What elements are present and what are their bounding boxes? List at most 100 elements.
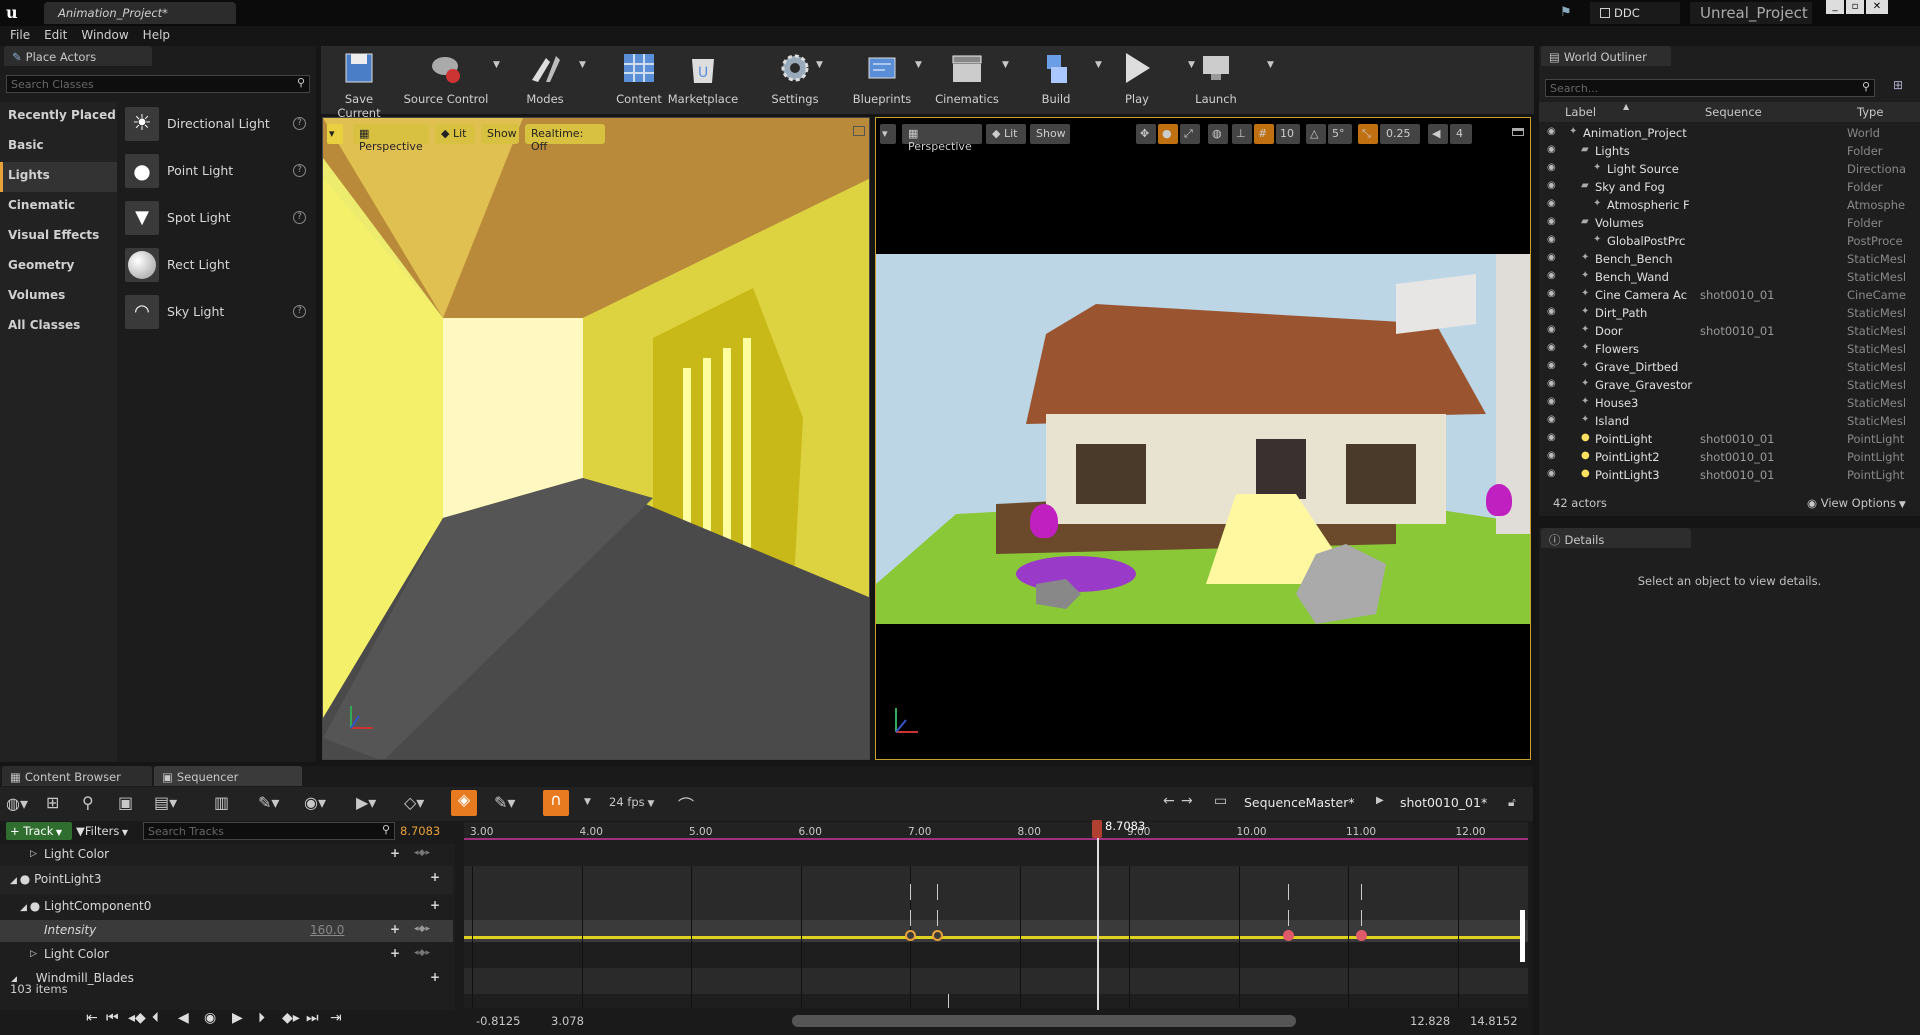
help-icon[interactable]: ?: [293, 117, 306, 130]
maximize-viewport-icon[interactable]: [853, 126, 865, 136]
playhead-handle[interactable]: [1092, 820, 1103, 838]
range-end[interactable]: 14.8152: [1470, 1014, 1518, 1028]
minimize-button[interactable]: _: [1826, 0, 1844, 14]
help-icon[interactable]: ?: [293, 164, 306, 177]
track-windmill-blades[interactable]: ◢ Windmill_Blades +: [0, 968, 453, 992]
outliner-row[interactable]: ◉ ▰ Lights Folder: [1539, 142, 1920, 160]
outliner-row[interactable]: ◉ ▰ Sky and Fog Folder: [1539, 178, 1920, 196]
current-time-field[interactable]: 8.7083: [400, 824, 440, 838]
outliner-row[interactable]: ◉ ✦ House3 StaticMesl: [1539, 394, 1920, 412]
visibility-eye-icon[interactable]: ◉: [1547, 306, 1556, 317]
add-folder-icon[interactable]: ⊞: [1893, 78, 1903, 92]
menu-window[interactable]: Window: [74, 26, 135, 44]
visibility-eye-icon[interactable]: ◉: [1547, 198, 1556, 209]
outliner-row[interactable]: ◉ ✦ Flowers StaticMesl: [1539, 340, 1920, 358]
wrench-icon[interactable]: ✎▾: [258, 793, 279, 812]
outliner-row[interactable]: ◉ ● PointLight3 shot0010_01 PointLight: [1539, 466, 1920, 484]
visibility-eye-icon[interactable]: ◉: [1547, 144, 1556, 155]
camera-icon[interactable]: ▣: [118, 793, 133, 812]
playhead[interactable]: [1097, 822, 1100, 1010]
visibility-eye-icon[interactable]: ◉: [1547, 180, 1556, 191]
keyframe[interactable]: [905, 930, 916, 941]
pointlight-marker-icon[interactable]: [1486, 484, 1512, 516]
view-start[interactable]: 3.078: [551, 1014, 584, 1028]
angle-snap-icon[interactable]: △: [1306, 124, 1326, 144]
menu-edit[interactable]: Edit: [37, 26, 74, 44]
world-icon[interactable]: ◍▾: [6, 794, 28, 813]
visibility-eye-icon[interactable]: ◉: [1547, 324, 1556, 335]
world-local-icon[interactable]: ◍: [1208, 124, 1228, 144]
unreal-logo-icon[interactable]: u: [6, 3, 24, 22]
actor-directional-light[interactable]: ☀ Directional Light?: [117, 100, 316, 147]
maximize-button[interactable]: ▫: [1846, 0, 1864, 14]
marketplace-button[interactable]: U Marketplace: [667, 48, 739, 112]
chevron-down-icon[interactable]: ▼: [816, 60, 823, 70]
outliner-row[interactable]: ◉ ● PointLight2 shot0010_01 PointLight: [1539, 448, 1920, 466]
fps-selector[interactable]: 24 fps ▼: [609, 795, 654, 809]
chevron-down-icon[interactable]: ▼: [1002, 60, 1009, 70]
actor-point-light[interactable]: ● Point Light?: [117, 147, 316, 194]
auto-key-icon[interactable]: ◈: [451, 790, 477, 816]
track-pointlight3[interactable]: ◢ ● PointLight3 +: [0, 866, 453, 894]
category-volumes[interactable]: Volumes: [0, 282, 117, 312]
key-tick[interactable]: [1361, 910, 1363, 926]
next-frame-icon[interactable]: ◆▸: [282, 1010, 300, 1026]
visibility-eye-icon[interactable]: ◉: [1547, 342, 1556, 353]
play-icon[interactable]: ▶: [232, 1010, 243, 1026]
add-key-icon[interactable]: +: [390, 946, 400, 960]
step-forward-icon[interactable]: ⏵: [258, 1010, 265, 1026]
tab-sequencer[interactable]: ▣ Sequencer: [154, 766, 302, 786]
help-icon[interactable]: ?: [293, 211, 306, 224]
curve-editor-icon[interactable]: ⌒: [678, 792, 694, 816]
key-nav-icon[interactable]: ◂◆▸: [414, 924, 430, 934]
outliner-row[interactable]: ◉ ✦ Cine Camera Ac shot0010_01 CineCame: [1539, 286, 1920, 304]
viewport-options-button[interactable]: ▾: [880, 124, 896, 144]
outliner-row[interactable]: ◉ ▰ Volumes Folder: [1539, 214, 1920, 232]
add-key-icon[interactable]: +: [390, 846, 400, 860]
search-tracks-input[interactable]: Search Tracks ⚲: [143, 822, 395, 840]
tab-place-actors[interactable]: ✎ Place Actors: [4, 46, 152, 66]
place-actors-search[interactable]: Search Classes ⚲: [6, 75, 310, 93]
visibility-eye-icon[interactable]: ◉: [1547, 360, 1556, 371]
chevron-down-icon[interactable]: ▼: [579, 60, 586, 70]
modes-button[interactable]: Modes: [510, 48, 580, 112]
settings-button[interactable]: Settings: [755, 48, 835, 112]
show-button[interactable]: Show: [481, 124, 519, 144]
lit-button[interactable]: ◆ Lit: [435, 124, 475, 144]
menu-file[interactable]: File: [0, 26, 37, 44]
visibility-eye-icon[interactable]: ◉: [1547, 414, 1556, 425]
prev-key-icon[interactable]: ⏮: [106, 1010, 119, 1026]
category-all-classes[interactable]: All Classes: [0, 312, 117, 342]
breadcrumb-shot[interactable]: shot0010_01*: [1400, 795, 1487, 810]
visibility-eye-icon[interactable]: ◉: [1547, 270, 1556, 281]
category-geometry[interactable]: Geometry: [0, 252, 117, 282]
visibility-icon[interactable]: ◉▾: [304, 793, 326, 812]
chevron-down-icon[interactable]: ▼: [584, 797, 591, 807]
outliner-row[interactable]: ◉ ✦ Dirt_Path StaticMesl: [1539, 304, 1920, 322]
perspective-button[interactable]: ▦ Perspective: [902, 124, 982, 153]
key-icon[interactable]: ◇▾: [404, 793, 424, 812]
view-options-button[interactable]: ◉ View Options ▼: [1807, 496, 1906, 510]
next-key-icon[interactable]: ⏭: [306, 1010, 319, 1026]
jump-end-icon[interactable]: ⇥: [330, 1010, 342, 1026]
play-reverse-icon[interactable]: ◀: [178, 1010, 189, 1026]
visibility-eye-icon[interactable]: ◉: [1547, 126, 1556, 137]
ddc-indicator[interactable]: DDC: [1590, 2, 1680, 24]
visibility-eye-icon[interactable]: ◉: [1547, 378, 1556, 389]
outliner-row[interactable]: ◉ ✦ Light Source Directiona: [1539, 160, 1920, 178]
blueprints-button[interactable]: Blueprints: [842, 48, 922, 112]
tab-world-outliner[interactable]: ▤ World Outliner: [1541, 46, 1671, 66]
actor-spot-light[interactable]: ▼ Spot Light?: [117, 194, 316, 241]
surface-snap-icon[interactable]: ⊥: [1232, 124, 1252, 144]
view-end[interactable]: 12.828: [1410, 1014, 1450, 1028]
play-button[interactable]: Play: [1112, 48, 1162, 112]
menu-help[interactable]: Help: [136, 26, 177, 44]
edit-tool-icon[interactable]: ✎▾: [494, 793, 515, 812]
viewport-options-button[interactable]: ▾: [327, 124, 343, 144]
build-button[interactable]: Build: [1027, 48, 1085, 112]
source-control-button[interactable]: Source Control: [401, 48, 491, 112]
add-icon[interactable]: ⊞: [46, 793, 59, 812]
scale-snap-value[interactable]: 0.25: [1380, 124, 1420, 144]
show-button[interactable]: Show: [1030, 124, 1070, 144]
visibility-eye-icon[interactable]: ◉: [1547, 450, 1556, 461]
